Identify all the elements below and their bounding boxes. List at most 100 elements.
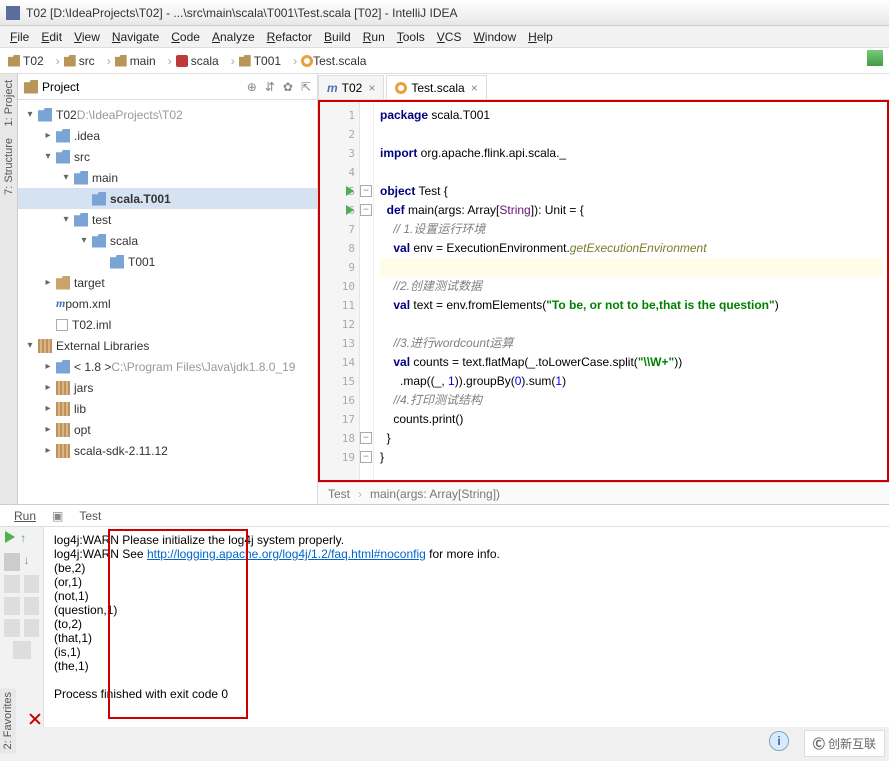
code-line[interactable]: //3.进行wordcount运算 — [380, 334, 883, 353]
breadcrumb-main[interactable]: ›main — [99, 54, 160, 68]
breadcrumb-src[interactable]: ›src — [48, 54, 99, 68]
tree-item-pom-xml[interactable]: mpom.xml — [18, 293, 317, 314]
tree-item-scala[interactable]: ▾scala — [18, 230, 317, 251]
code-line[interactable] — [380, 315, 883, 334]
project-hide-icon[interactable]: ⇱ — [301, 80, 311, 94]
tree-item-src[interactable]: ▾src — [18, 146, 317, 167]
tree-item-t02-iml[interactable]: T02.iml — [18, 314, 317, 335]
tree-item--idea[interactable]: ▸.idea — [18, 125, 317, 146]
breadcrumb-class[interactable]: Test — [328, 487, 350, 501]
code-area[interactable]: package scala.T001 import org.apache.fli… — [374, 102, 887, 480]
tree-twisty-icon[interactable]: ▸ — [42, 361, 54, 372]
tree-item--1-8-[interactable]: ▸< 1.8 > C:\Program Files\Java\jdk1.8.0_… — [18, 356, 317, 377]
menu-help[interactable]: Help — [522, 27, 559, 47]
structure-tool-tab[interactable]: 7: Structure — [1, 132, 17, 201]
tree-item-t001[interactable]: T001 — [18, 251, 317, 272]
down-icon[interactable]: ↓ — [24, 553, 40, 571]
code-line[interactable]: counts.print() — [380, 410, 883, 429]
console-output[interactable]: log4j:WARN Please initialize the log4j s… — [44, 527, 889, 727]
print-icon[interactable] — [4, 597, 20, 615]
menu-build[interactable]: Build — [318, 27, 357, 47]
tree-item-opt[interactable]: ▸opt — [18, 419, 317, 440]
rerun-icon[interactable] — [5, 531, 15, 543]
tree-twisty-icon[interactable]: ▸ — [42, 382, 54, 393]
tree-item-test[interactable]: ▾test — [18, 209, 317, 230]
code-line[interactable]: //4.打印测试结构 — [380, 391, 883, 410]
menu-navigate[interactable]: Navigate — [106, 27, 165, 47]
tree-twisty-icon[interactable]: ▾ — [24, 340, 36, 351]
tree-twisty-icon[interactable]: ▸ — [42, 130, 54, 141]
project-tool-tab[interactable]: 1: Project — [1, 74, 17, 132]
up-icon[interactable]: ↑ — [20, 531, 38, 549]
tree-twisty-icon[interactable]: ▸ — [42, 445, 54, 456]
run-gutter-icon[interactable] — [346, 186, 354, 196]
close-icon[interactable] — [28, 712, 42, 726]
tree-item-jars[interactable]: ▸jars — [18, 377, 317, 398]
project-tree[interactable]: ▾T02 D:\IdeaProjects\T02▸.idea▾src▾mains… — [18, 100, 317, 504]
code-line[interactable]: } — [380, 448, 883, 467]
menu-vcs[interactable]: VCS — [431, 27, 468, 47]
code-line[interactable]: val env = ExecutionEnvironment.getExecut… — [380, 239, 883, 258]
tree-twisty-icon[interactable]: ▾ — [78, 235, 90, 246]
tree-item-target[interactable]: ▸target — [18, 272, 317, 293]
console-link[interactable]: http://logging.apache.org/log4j/1.2/faq.… — [147, 547, 426, 561]
menu-window[interactable]: Window — [467, 27, 522, 47]
project-collapse-icon[interactable]: ⇵ — [265, 80, 275, 94]
tree-twisty-icon[interactable]: ▸ — [42, 424, 54, 435]
code-line[interactable]: .map((_, 1)).groupBy(0).sum(1) — [380, 372, 883, 391]
clear-icon[interactable] — [4, 619, 20, 637]
tree-twisty-icon[interactable]: ▸ — [42, 277, 54, 288]
fold-icon[interactable]: − — [360, 451, 372, 463]
code-line[interactable]: //2.创建测试数据 — [380, 277, 883, 296]
tree-twisty-icon[interactable]: ▾ — [24, 109, 36, 120]
run-gutter-icon[interactable] — [346, 205, 354, 215]
fold-icon[interactable]: − — [360, 185, 372, 197]
run-tab[interactable]: Run — [6, 509, 44, 523]
menu-analyze[interactable]: Analyze — [206, 27, 261, 47]
editor-tab-t02[interactable]: mT02× — [318, 75, 384, 99]
breadcrumb-test.scala[interactable]: ›Test.scala — [285, 54, 370, 68]
tree-item-t02[interactable]: ▾T02 D:\IdeaProjects\T02 — [18, 104, 317, 125]
menu-view[interactable]: View — [68, 27, 106, 47]
favorites-tool-tab[interactable]: 2: Favorites — [0, 688, 16, 753]
tree-item-scala-sdk-2-11-12[interactable]: ▸scala-sdk-2.11.12 — [18, 440, 317, 461]
tree-twisty-icon[interactable]: ▾ — [60, 172, 72, 183]
tree-item-scala-t001[interactable]: scala.T001 — [18, 188, 317, 209]
breadcrumb-method[interactable]: main(args: Array[String]) — [370, 487, 500, 501]
tree-item-external-libraries[interactable]: ▾External Libraries — [18, 335, 317, 356]
code-line[interactable]: val counts = text.flatMap(_.toLowerCase.… — [380, 353, 883, 372]
breadcrumb-scala[interactable]: ›scala — [160, 54, 223, 68]
filter-icon[interactable] — [24, 619, 40, 637]
code-line[interactable]: // 1.设置运行环境 — [380, 220, 883, 239]
trash-icon[interactable] — [13, 641, 31, 659]
export-icon[interactable] — [24, 597, 40, 615]
menu-tools[interactable]: Tools — [391, 27, 431, 47]
project-settings-icon[interactable]: ✿ — [283, 80, 293, 94]
fold-icon[interactable]: − — [360, 204, 372, 216]
tree-item-lib[interactable]: ▸lib — [18, 398, 317, 419]
menu-run[interactable]: Run — [357, 27, 391, 47]
scroll-icon[interactable] — [24, 575, 40, 593]
toggle-soft-wrap-icon[interactable] — [4, 575, 20, 593]
stop-icon[interactable] — [4, 553, 20, 571]
close-tab-icon[interactable]: × — [368, 81, 375, 95]
code-line[interactable]: object Test { — [380, 182, 883, 201]
menu-edit[interactable]: Edit — [35, 27, 68, 47]
code-line[interactable]: def main(args: Array[String]): Unit = { — [380, 201, 883, 220]
code-line[interactable]: package scala.T001 — [380, 106, 883, 125]
code-line[interactable]: import org.apache.flink.api.scala._ — [380, 144, 883, 163]
info-icon[interactable]: i — [769, 731, 789, 751]
test-tab[interactable]: Test — [71, 509, 109, 523]
menu-code[interactable]: Code — [165, 27, 206, 47]
code-line[interactable] — [380, 258, 883, 277]
fold-icon[interactable]: − — [360, 432, 372, 444]
tree-twisty-icon[interactable]: ▾ — [42, 151, 54, 162]
editor-tab-test-scala[interactable]: Test.scala× — [386, 75, 486, 99]
tree-twisty-icon[interactable]: ▾ — [60, 214, 72, 225]
code-line[interactable]: val text = env.fromElements("To be, or n… — [380, 296, 883, 315]
code-line[interactable] — [380, 163, 883, 182]
tree-twisty-icon[interactable]: ▸ — [42, 403, 54, 414]
breadcrumb-t02[interactable]: T02 — [4, 54, 48, 68]
tree-item-main[interactable]: ▾main — [18, 167, 317, 188]
menu-refactor[interactable]: Refactor — [261, 27, 318, 47]
